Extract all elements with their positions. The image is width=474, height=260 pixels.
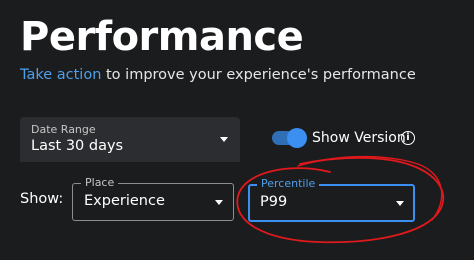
performance-page: Performance Take action to improve your …: [0, 0, 474, 260]
show-version-toggle[interactable]: [272, 128, 307, 148]
percentile-select[interactable]: Percentile P99: [248, 177, 415, 222]
page-subtitle: Take action to improve your experience's…: [20, 66, 416, 84]
info-icon[interactable]: i: [401, 131, 415, 145]
chevron-down-icon: [396, 201, 404, 206]
place-value: Experience: [84, 193, 165, 209]
show-label: Show:: [20, 191, 64, 207]
date-range-label: Date Range: [31, 123, 96, 136]
place-legend: Place: [81, 176, 119, 190]
page-title: Performance: [20, 14, 304, 60]
toggle-knob: [287, 128, 307, 148]
take-action-link[interactable]: Take action: [20, 67, 101, 83]
chevron-down-icon: [215, 200, 223, 205]
chevron-down-icon: [220, 137, 228, 142]
place-select[interactable]: Place Experience: [72, 176, 234, 221]
date-range-select[interactable]: Date Range Last 30 days: [20, 117, 240, 162]
percentile-legend: Percentile: [257, 177, 320, 191]
percentile-value: P99: [260, 194, 288, 210]
show-version-label: Show Version: [312, 130, 406, 146]
date-range-value: Last 30 days: [31, 138, 124, 154]
subtitle-text: to improve your experience's performance: [101, 67, 416, 83]
